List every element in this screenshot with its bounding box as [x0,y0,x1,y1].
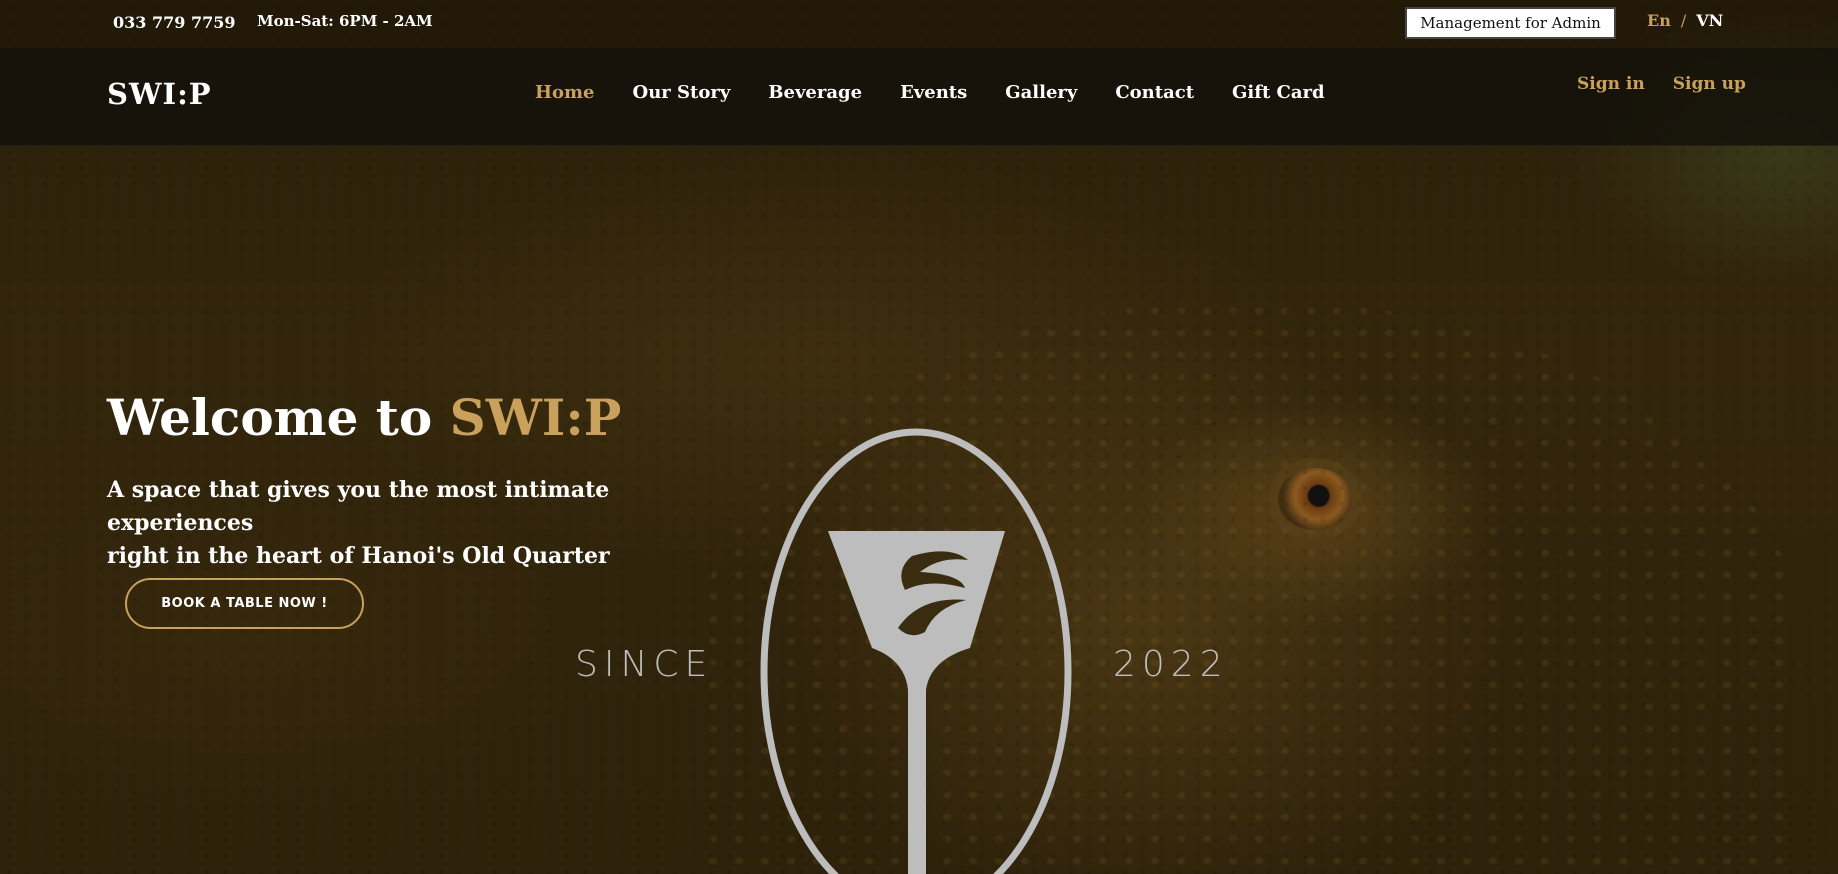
nav-home[interactable]: Home [535,82,595,103]
top-info-bar: 033 779 7759 Mon-Sat: 6PM - 2AM Manageme… [0,0,1838,48]
nav-our-story[interactable]: Our Story [633,82,731,103]
lang-vn-link[interactable]: VN [1696,11,1723,30]
lang-separator: / [1680,11,1687,30]
opening-hours: Mon-Sat: 6PM - 2AM [257,12,433,30]
language-switcher: En / VN [1647,11,1723,30]
hero-tagline-line2: right in the heart of Hanoi's Old Quarte… [107,543,610,569]
site-logo[interactable]: SWI:P [107,77,212,111]
nav-gift-card[interactable]: Gift Card [1232,82,1325,103]
lang-en-link[interactable]: En [1647,11,1671,30]
hero-background-eye [1278,468,1352,530]
nav-contact[interactable]: Contact [1115,82,1194,103]
nav-events[interactable]: Events [900,82,967,103]
hero-title-brand: SWI:P [449,388,622,447]
hero-title: Welcome to SWI:P [107,388,621,447]
hero-background-texture [700,300,1800,874]
nav-gallery[interactable]: Gallery [1005,82,1077,103]
admin-management-button[interactable]: Management for Admin [1405,7,1616,39]
since-year: 2022 [1113,644,1229,685]
sign-up-link[interactable]: Sign up [1673,74,1746,94]
main-navbar: SWI:P Home Our Story Beverage Events Gal… [0,48,1838,146]
since-label: SINCE [575,644,714,685]
hero-title-prefix: Welcome to [107,388,433,447]
phone-number: 033 779 7759 [113,13,236,32]
auth-links: Sign in Sign up [1577,74,1746,94]
hero-tagline-line1: A space that gives you the most intimate… [107,477,610,536]
book-table-button[interactable]: BOOK A TABLE NOW ! [125,578,364,629]
nav-beverage[interactable]: Beverage [768,82,862,103]
nav-menu: Home Our Story Beverage Events Gallery C… [535,82,1325,103]
hero-tagline: A space that gives you the most intimate… [107,474,747,573]
sign-in-link[interactable]: Sign in [1577,74,1645,94]
